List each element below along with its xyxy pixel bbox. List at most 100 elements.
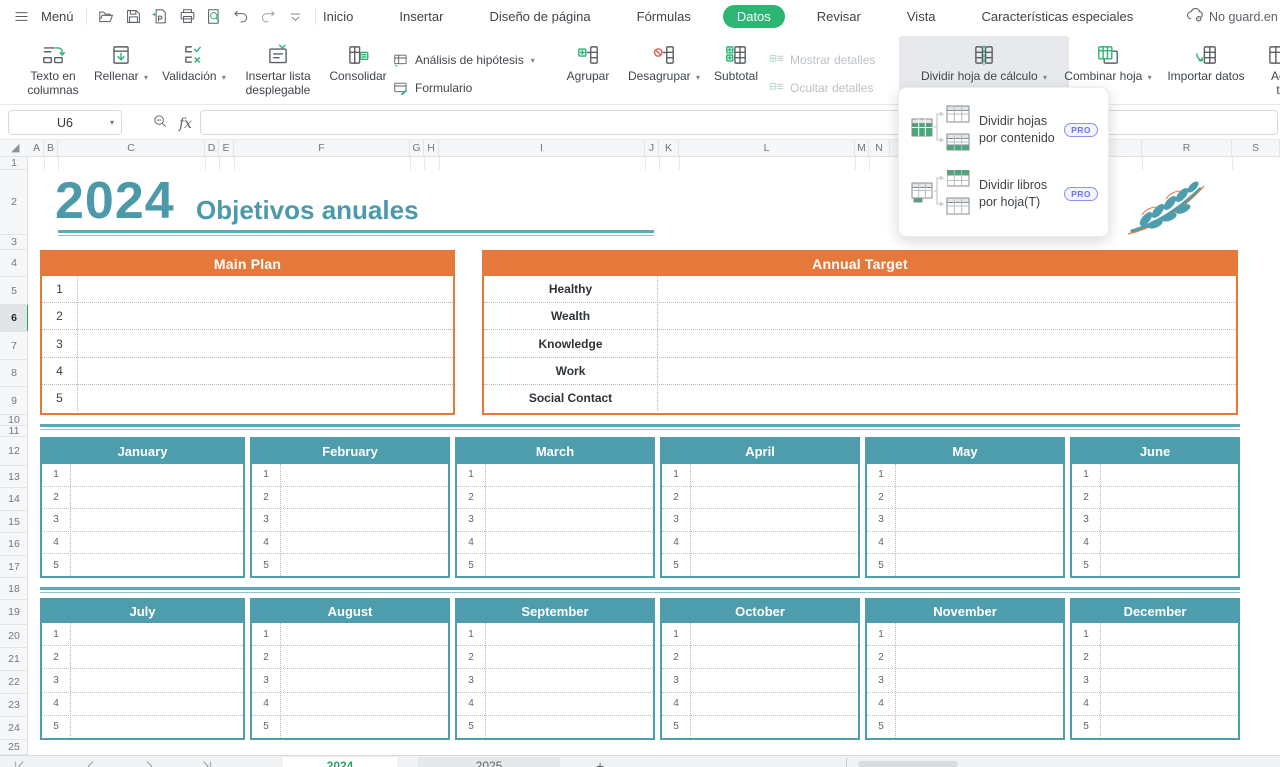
ribbon-button-an-lisis-de-hip-tesis[interactable]: Análisis de hipótesis▾: [393, 50, 535, 70]
month-row[interactable]: 4: [1072, 693, 1238, 716]
row-header-6[interactable]: 6: [0, 305, 28, 332]
month-table-april[interactable]: April 12345: [660, 437, 860, 578]
month-table-june[interactable]: June 12345: [1070, 437, 1240, 578]
column-header-M[interactable]: M: [855, 140, 869, 156]
month-row[interactable]: 2: [42, 646, 243, 669]
main-plan-row[interactable]: 5: [42, 385, 453, 411]
month-row[interactable]: 3: [662, 509, 858, 532]
annual-target-row[interactable]: Wealth: [484, 303, 1236, 330]
ribbon-button-insertar-lista-desplegable[interactable]: Insertar lista desplegable: [237, 36, 319, 102]
save-icon[interactable]: [122, 5, 145, 28]
row-header-1[interactable]: 1: [0, 157, 28, 170]
row-header-24[interactable]: 24: [0, 717, 28, 740]
redo-icon[interactable]: [257, 5, 280, 28]
month-row[interactable]: 3: [662, 669, 858, 692]
add-sheet-button[interactable]: +: [596, 758, 604, 767]
row-header-3[interactable]: 3: [0, 235, 28, 250]
column-header-K[interactable]: K: [659, 140, 679, 156]
month-table-july[interactable]: July 12345: [40, 598, 245, 740]
tab-datos[interactable]: Datos: [723, 5, 785, 28]
ribbon-button-agrupar[interactable]: Agrupar: [558, 36, 618, 102]
magnifier-icon[interactable]: [152, 113, 169, 135]
cloud-sync-status[interactable]: No guard.en la nub: [1185, 0, 1280, 33]
month-table-september[interactable]: September 12345: [455, 598, 655, 740]
month-row[interactable]: 3: [867, 669, 1063, 692]
row-header-14[interactable]: 14: [0, 488, 28, 511]
month-row[interactable]: 3: [1072, 509, 1238, 532]
month-row[interactable]: 3: [252, 669, 448, 692]
print-icon[interactable]: [176, 5, 199, 28]
name-box[interactable]: U6 ▾: [8, 110, 122, 135]
month-row[interactable]: 1: [252, 623, 448, 646]
prev-sheet-icon[interactable]: [84, 759, 98, 767]
main-plan-row[interactable]: 3: [42, 330, 453, 357]
month-row[interactable]: 5: [662, 716, 858, 738]
ribbon-button-importar-datos[interactable]: Importar datos: [1162, 36, 1250, 102]
month-row[interactable]: 1: [42, 464, 243, 487]
ribbon-button-consolidar[interactable]: Consolidar: [325, 36, 391, 102]
row-header-16[interactable]: 16: [0, 533, 28, 556]
tab-vista[interactable]: Vista: [893, 5, 950, 28]
month-row[interactable]: 2: [662, 646, 858, 669]
column-header-N[interactable]: N: [869, 140, 890, 156]
row-header-5[interactable]: 5: [0, 277, 28, 305]
formula-input[interactable]: [200, 110, 1278, 135]
horizontal-scrollbar[interactable]: [858, 761, 958, 767]
open-file-icon[interactable]: [95, 5, 118, 28]
month-row[interactable]: 3: [42, 509, 243, 532]
tab-caracter-sticas-especiales[interactable]: Características especiales: [968, 5, 1148, 28]
row-header-25[interactable]: 25: [0, 740, 28, 755]
ribbon-button-texto-en-columnas[interactable]: Texto en columnas: [22, 36, 84, 102]
month-row[interactable]: 3: [867, 509, 1063, 532]
tab-insertar[interactable]: Insertar: [385, 5, 457, 28]
month-row[interactable]: 4: [867, 532, 1063, 555]
month-row[interactable]: 4: [252, 693, 448, 716]
month-row[interactable]: 5: [252, 554, 448, 576]
select-all-corner[interactable]: ◢: [11, 141, 19, 156]
month-row[interactable]: 3: [457, 509, 653, 532]
tab-revisar[interactable]: Revisar: [803, 5, 875, 28]
column-header-E[interactable]: E: [219, 140, 234, 156]
month-row[interactable]: 2: [662, 487, 858, 510]
month-row[interactable]: 2: [42, 487, 243, 510]
annual-target-row[interactable]: Healthy: [484, 276, 1236, 303]
month-row[interactable]: 5: [42, 554, 243, 576]
month-row[interactable]: 4: [457, 693, 653, 716]
column-header-D[interactable]: D: [205, 140, 219, 156]
row-header-18[interactable]: 18: [0, 578, 28, 600]
month-row[interactable]: 1: [662, 623, 858, 646]
month-table-february[interactable]: February 12345: [250, 437, 450, 578]
main-plan-row[interactable]: 4: [42, 358, 453, 385]
month-row[interactable]: 1: [1072, 623, 1238, 646]
first-sheet-icon[interactable]: [12, 759, 26, 767]
row-header-22[interactable]: 22: [0, 671, 28, 694]
undo-icon[interactable]: [230, 5, 253, 28]
month-row[interactable]: 5: [457, 554, 653, 576]
month-table-december[interactable]: December 12345: [1070, 598, 1240, 740]
month-row[interactable]: 4: [662, 693, 858, 716]
tab-inicio[interactable]: Inicio: [309, 5, 367, 28]
export-pdf-icon[interactable]: [149, 5, 172, 28]
month-row[interactable]: 4: [42, 532, 243, 555]
column-header-I[interactable]: I: [439, 140, 645, 156]
month-row[interactable]: 4: [252, 532, 448, 555]
column-header-A[interactable]: A: [30, 140, 44, 156]
row-header-17[interactable]: 17: [0, 556, 28, 578]
row-headers[interactable]: 1234567891011121314151617181920212223242…: [0, 157, 28, 755]
month-row[interactable]: 1: [457, 464, 653, 487]
menu-item-dividir-libros[interactable]: Dividir libros por hoja(T) PRO: [899, 162, 1108, 226]
ribbon-button-ocultar-detalles[interactable]: Ocultar detalles: [768, 78, 873, 98]
ribbon-button-formulario[interactable]: Formulario: [393, 78, 472, 98]
ribbon-button-rellenar[interactable]: Rellenar ▾: [92, 36, 150, 102]
month-row[interactable]: 3: [1072, 669, 1238, 692]
month-row[interactable]: 3: [42, 669, 243, 692]
month-row[interactable]: 2: [1072, 646, 1238, 669]
menu-item-dividir-hojas[interactable]: Dividir hojas por contenido PRO: [899, 98, 1108, 162]
month-row[interactable]: 1: [457, 623, 653, 646]
month-row[interactable]: 2: [457, 646, 653, 669]
main-plan-table[interactable]: Main Plan 12345: [40, 250, 455, 415]
month-row[interactable]: 2: [867, 487, 1063, 510]
column-header-J[interactable]: J: [645, 140, 659, 156]
month-row[interactable]: 4: [662, 532, 858, 555]
column-header-L[interactable]: L: [679, 140, 855, 156]
